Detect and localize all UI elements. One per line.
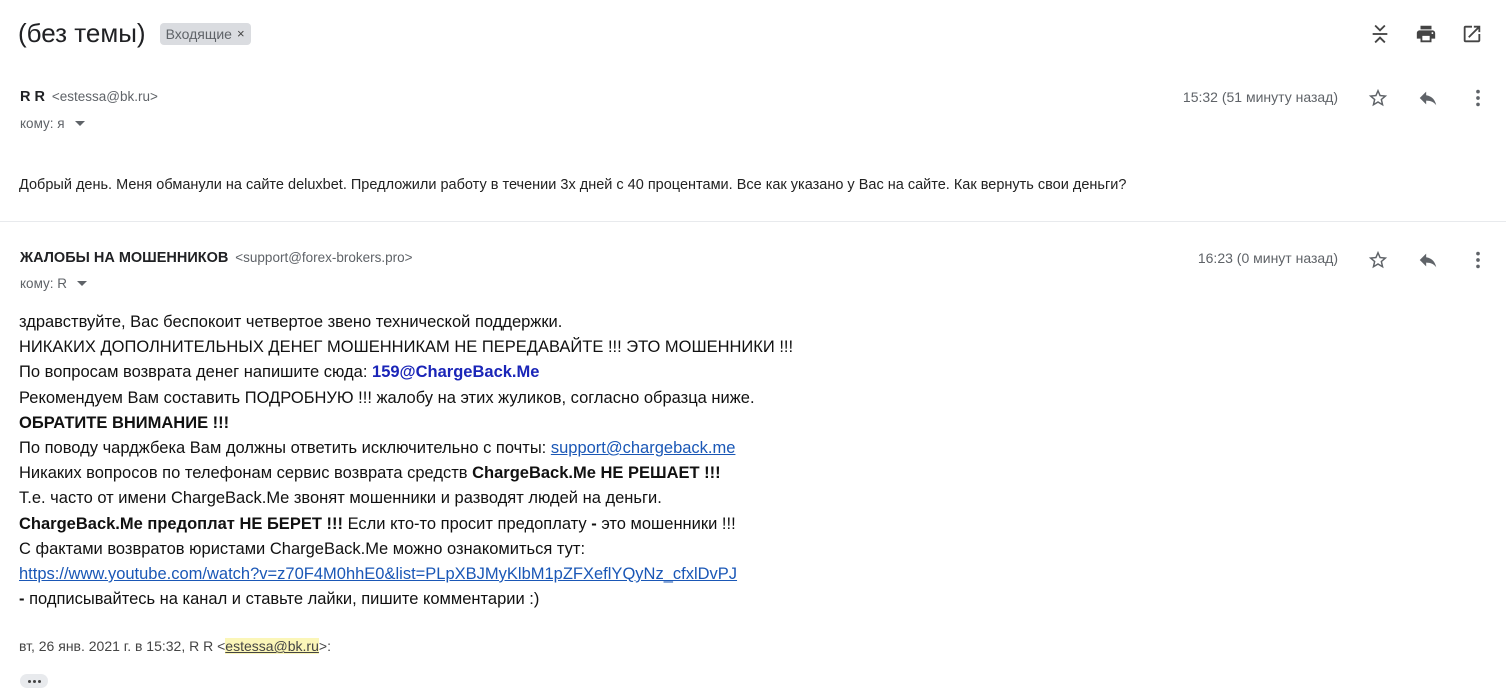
email-subject: (без темы) [18, 18, 146, 48]
body-line: ChargeBack.Me предоплат НЕ БЕРЕТ !!! Есл… [19, 512, 793, 537]
quote-prefix: вт, 26 янв. 2021 г. в 15:32, R R < [19, 638, 226, 654]
chevron-down-icon[interactable] [74, 121, 85, 126]
body-text: По поводу чарджбека Вам должны ответить … [19, 439, 551, 458]
print-icon[interactable] [1414, 22, 1438, 46]
message-divider [0, 221, 1506, 222]
recipient-text: кому: я [20, 116, 65, 131]
message-1-body: Добрый день. Меня обманули на сайте delu… [19, 177, 1127, 193]
recipient-line[interactable]: кому: R [20, 276, 87, 291]
more-vert-icon[interactable] [1466, 248, 1490, 272]
thread-actions [1368, 22, 1484, 46]
message-time: 16:23 (0 минут назад) [1197, 250, 1338, 266]
body-line: По поводу чарджбека Вам должны ответить … [19, 436, 793, 461]
chargeback-email-text: 159@ChargeBack.Me [372, 363, 540, 382]
body-line: Никаких вопросов по телефонам сервис воз… [19, 461, 793, 486]
body-bold-text: ChargeBack.Me предоплат НЕ БЕРЕТ !!! [19, 514, 343, 533]
expand-collapse-icon[interactable] [1368, 22, 1392, 46]
quote-suffix: >: [318, 638, 331, 654]
dot-icon [27, 679, 31, 683]
body-text: подписывайтесь на канал и ставьте лайки,… [24, 590, 540, 609]
body-text: По вопросам возврата денег напишите сюда… [19, 363, 373, 382]
body-line: По вопросам возврата денег напишите сюда… [19, 360, 793, 385]
body-line: здравствуйте, Вас беспокоит четвертое зв… [19, 313, 563, 331]
message-1-sender-line: R R <estessa@bk.ru> [20, 88, 158, 105]
body-line: Рекомендуем Вам составить ПОДРОБНУЮ !!! … [19, 388, 755, 407]
more-vert-icon[interactable] [1466, 86, 1490, 110]
recipient-line[interactable]: кому: я [20, 116, 85, 131]
body-line: ОБРАТИТЕ ВНИМАНИЕ !!! [19, 411, 793, 436]
chevron-down-icon[interactable] [77, 281, 87, 286]
body-bold-text: ChargeBack.Me НЕ РЕШАЕТ !!! [472, 464, 721, 483]
message-2-body: здравствуйте, Вас беспокоит четвертое зв… [19, 310, 793, 612]
dot-icon [37, 679, 41, 683]
recipient-text: кому: R [20, 276, 67, 291]
support-email-link[interactable]: support@chargeback.me [551, 439, 736, 457]
subject-row: (без темы) Входящие × [18, 18, 251, 49]
sender-email: <support@forex-brokers.pro> [235, 250, 413, 265]
attention-text: ОБРАТИТЕ ВНИМАНИЕ !!! [19, 413, 230, 432]
quote-email-link[interactable]: estessa@bk.ru [225, 638, 319, 654]
message-2-sender-line: ЖАЛОБЫ НА МОШЕННИКОВ <support@forex-brok… [20, 249, 413, 266]
dot-icon [32, 679, 36, 683]
sender-name[interactable]: R R [20, 89, 45, 105]
body-line: - подписывайтесь на канал и ставьте лайк… [19, 587, 793, 612]
sender-email: <estessa@bk.ru> [51, 89, 158, 104]
sender-name[interactable]: ЖАЛОБЫ НА МОШЕННИКОВ [20, 250, 228, 266]
quote-header: вт, 26 янв. 2021 г. в 15:32, R R <estess… [19, 638, 331, 654]
star-icon[interactable] [1366, 86, 1390, 110]
body-text: Если кто-то просит предоплату [342, 514, 592, 533]
message-2-actions [1366, 248, 1490, 272]
body-line: Т.е. часто от имени ChargeBack.Me звонят… [19, 489, 662, 508]
message-time: 15:32 (51 минуту назад) [1182, 89, 1338, 105]
body-text: Никаких вопросов по телефонам сервис воз… [19, 464, 473, 483]
body-line: https://www.youtube.com/watch?v=z70F4M0h… [19, 562, 793, 587]
body-line: С фактами возвратов юристами ChargeBack.… [19, 539, 586, 558]
youtube-link[interactable]: https://www.youtube.com/watch?v=z70F4M0h… [19, 565, 737, 583]
reply-icon[interactable] [1416, 86, 1440, 110]
label-chip-inbox[interactable]: Входящие × [159, 22, 251, 45]
label-chip-text: Входящие [165, 25, 232, 42]
body-line: НИКАКИХ ДОПОЛНИТЕЛЬНЫХ ДЕНЕГ МОШЕННИКАМ … [19, 338, 794, 357]
star-icon[interactable] [1366, 248, 1390, 272]
message-1-actions [1366, 86, 1490, 110]
remove-label-icon[interactable]: × [237, 26, 245, 41]
reply-icon[interactable] [1416, 248, 1440, 272]
show-trimmed-content-button[interactable] [20, 674, 48, 688]
open-new-window-icon[interactable] [1460, 22, 1484, 46]
body-text: это мошенники !!! [596, 514, 736, 533]
